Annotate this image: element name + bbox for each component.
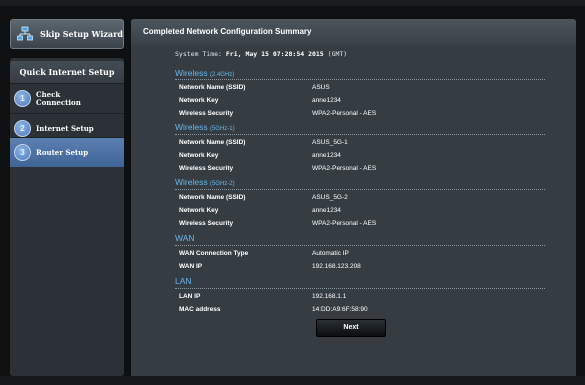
row-value: anne1234	[312, 207, 341, 214]
network-wizard-icon	[17, 26, 33, 41]
section-title-text: WAN	[175, 233, 195, 243]
system-time-value: Fri, May 15 07:28:54 2015	[225, 50, 324, 58]
next-button[interactable]: Next	[316, 319, 386, 337]
row-label: Network Key	[179, 207, 219, 214]
row-value: ASUS_5G-1	[312, 139, 348, 146]
section-title-text: Wireless	[175, 68, 208, 78]
quick-internet-setup-panel: Quick Internet Setup 1 Check Connection …	[10, 58, 124, 376]
section-title-wireless-5g1: Wireless (5GHz-1)	[175, 122, 235, 132]
row-label: Wireless Security	[179, 165, 234, 172]
step-check-connection[interactable]: 1 Check Connection	[10, 83, 124, 113]
divider	[175, 134, 545, 135]
summary-panel: Completed Network Configuration Summary …	[131, 19, 576, 376]
window-top-bar	[0, 0, 585, 6]
row-value: Automatic IP	[312, 250, 349, 257]
section-title-text: Wireless	[175, 177, 208, 187]
row-value: WPA2-Personal - AES	[312, 110, 377, 117]
section-subtitle: (5GHz-1)	[209, 126, 235, 132]
row-label: Wireless Security	[179, 110, 234, 117]
divider	[175, 245, 545, 246]
row-label: Network Name (SSID)	[179, 139, 246, 146]
system-time-zone: (GMT)	[327, 50, 348, 58]
quick-internet-setup-title: Quick Internet Setup	[10, 61, 124, 83]
row-label: WAN IP	[179, 263, 203, 270]
step-1-label: Check Connection	[36, 90, 81, 107]
step-2-label: Internet Setup	[36, 123, 94, 133]
row-value: ASUS	[312, 84, 330, 91]
skip-setup-wizard-label: Skip Setup Wizard	[40, 29, 123, 39]
row-label: LAN IP	[179, 293, 201, 300]
section-subtitle: (2.4GHz)	[209, 72, 235, 78]
section-title-wan: WAN	[175, 233, 195, 243]
row-label: Network Key	[179, 152, 219, 159]
row-value: anne1234	[312, 152, 341, 159]
system-time-label: System Time:	[175, 50, 222, 58]
row-label: Network Name (SSID)	[179, 194, 246, 201]
skip-setup-wizard-button[interactable]: Skip Setup Wizard	[10, 19, 124, 49]
row-label: Wireless Security	[179, 220, 234, 227]
row-value: ASUS_5G-2	[312, 194, 348, 201]
section-subtitle: (5GHz-2)	[209, 181, 235, 187]
row-label: MAC address	[179, 306, 221, 313]
row-value: 192.168.1.1	[312, 293, 347, 300]
row-value: anne1234	[312, 97, 341, 104]
row-value: WPA2-Personal - AES	[312, 165, 377, 172]
divider	[175, 79, 545, 80]
row-value: 192.168.123.208	[312, 263, 361, 270]
section-title-text: Wireless	[175, 122, 208, 132]
row-value: 14:DD:A9:6F:58:90	[312, 306, 368, 313]
section-title-text: LAN	[175, 276, 192, 286]
divider	[175, 189, 545, 190]
row-value: WPA2-Personal - AES	[312, 220, 377, 227]
system-time: System Time: Fri, May 15 07:28:54 2015 (…	[175, 50, 347, 58]
row-label: Network Name (SSID)	[179, 84, 246, 91]
step-2-number-icon: 2	[14, 120, 31, 137]
section-title-wireless-5g2: Wireless (5GHz-2)	[175, 177, 235, 187]
page-title: Completed Network Configuration Summary	[131, 19, 576, 45]
step-3-number-icon: 3	[14, 144, 31, 161]
row-label: WAN Connection Type	[179, 250, 249, 257]
divider	[175, 288, 545, 289]
section-title-lan: LAN	[175, 276, 192, 286]
row-label: Network Key	[179, 97, 219, 104]
window-bottom-bar	[0, 376, 585, 385]
step-1-number-icon: 1	[14, 90, 31, 107]
section-title-wireless-24: Wireless (2.4GHz)	[175, 68, 234, 78]
step-router-setup[interactable]: 3 Router Setup	[10, 137, 124, 167]
step-3-label: Router Setup	[36, 147, 89, 157]
step-1-label-line2: Connection	[36, 97, 81, 107]
